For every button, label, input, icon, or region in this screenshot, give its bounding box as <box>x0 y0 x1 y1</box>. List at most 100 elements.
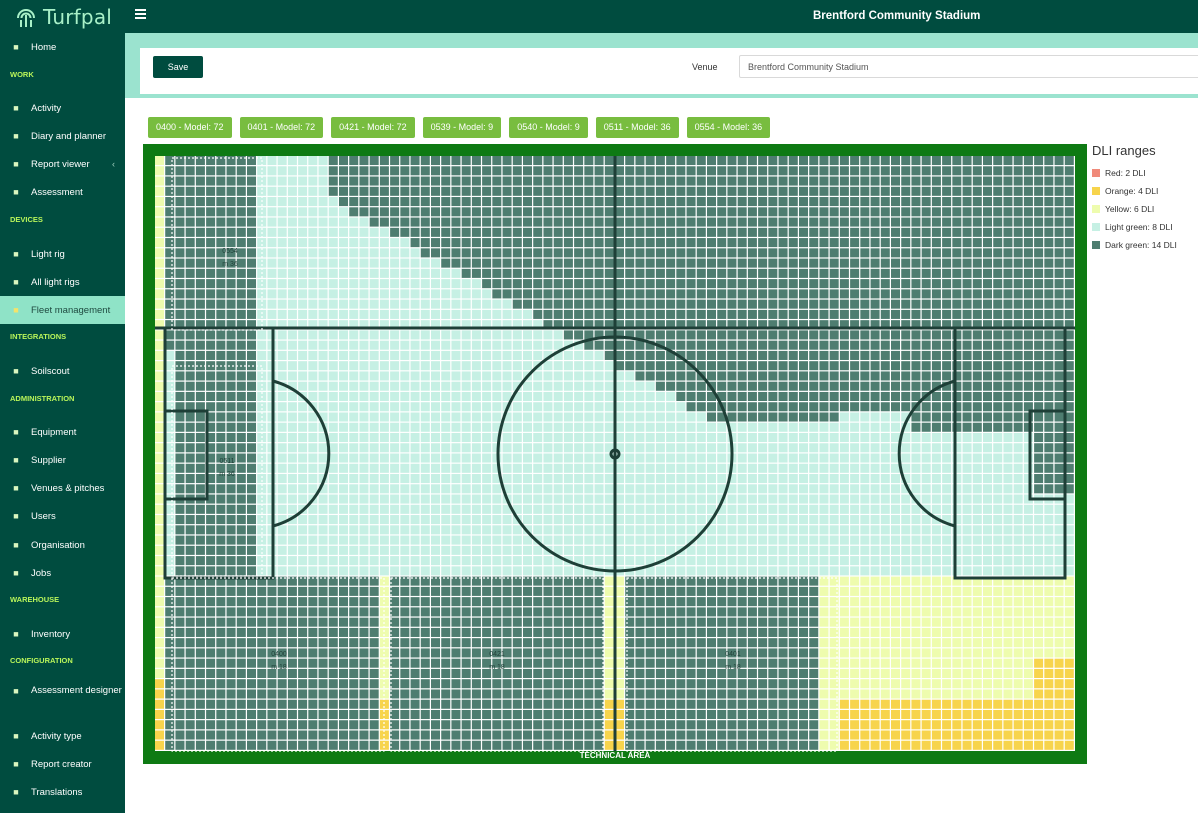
sidebar-item-activity[interactable]: ■ Activity <box>0 94 125 122</box>
sidebar-item-soilscout[interactable]: ■ Soilscout <box>0 357 125 385</box>
calendar-icon: ■ <box>13 131 19 141</box>
rig-tag[interactable]: 0400 - Model: 72 <box>148 117 232 138</box>
page-title: Brentford Community Stadium <box>813 10 981 22</box>
rig-tag[interactable]: 0511 - Model: 36 <box>595 117 679 138</box>
sidebar-item-label: Inventory <box>31 628 71 640</box>
sidebar-item-jobs[interactable]: ■ Jobs <box>0 559 125 587</box>
rig-label-model: m 36 <box>222 261 238 268</box>
sidebar-item-label: Venues & pitches <box>31 482 105 494</box>
sidebar-item-assessment[interactable]: ■ Assessment <box>0 178 125 206</box>
sidebar-item-users[interactable]: ■ Users <box>0 502 125 530</box>
nav-section-devices: DEVICES <box>10 215 43 224</box>
rig-tag[interactable]: 0401 - Model: 72 <box>239 117 324 138</box>
sidebar-item-label: Light rig <box>31 248 65 260</box>
rig-tag[interactable]: 0540 - Model: 9 <box>509 117 588 138</box>
legend-item: Light green: 8 DLI <box>1092 218 1177 236</box>
legend-label: Dark green: 14 DLI <box>1105 240 1177 250</box>
sidebar-item-label: Supplier <box>31 454 66 466</box>
sidebar-item-translations[interactable]: ■ Translations <box>0 778 125 806</box>
sidebar-item-all-light-rigs[interactable]: ■ All light rigs <box>0 268 125 296</box>
nav-section-work: WORK <box>10 70 34 79</box>
sidebar-item-label: All light rigs <box>31 276 80 288</box>
logo[interactable]: Turfpal <box>0 0 125 33</box>
venue-select[interactable] <box>739 55 1198 78</box>
sidebar-item-report-viewer[interactable]: ■ Report viewer ‹ <box>0 150 125 178</box>
legend-swatch <box>1092 205 1100 213</box>
legend-items: Red: 2 DLI Orange: 4 DLI Yellow: 6 DLI Ligh… <box>1092 164 1177 254</box>
inventory-icon: ■ <box>13 629 19 639</box>
pitch-map: 0554 m 36 0511 m 36 0400 m 18 0421 m 18 0401 m 18… <box>143 144 1087 764</box>
sidebar-item-label: Report creator <box>31 758 92 770</box>
sidebar-item-label: Organisation <box>31 539 85 551</box>
turfpal-logo-icon <box>17 8 35 27</box>
legend-swatch <box>1092 187 1100 195</box>
header-band <box>125 33 1198 48</box>
nav-section-configuration: CONFIGURATION <box>10 656 73 665</box>
content-strip <box>125 48 140 94</box>
rig-label-model: m 18 <box>489 664 505 671</box>
sidebar-item-label: Equipment <box>31 426 77 438</box>
legend-swatch <box>1092 241 1100 249</box>
sidebar-item-inventory[interactable]: ■ Inventory <box>0 620 125 648</box>
legend-swatch <box>1092 223 1100 231</box>
legend-title: DLI ranges <box>1092 143 1156 158</box>
nav-section-integrations: INTEGRATIONS <box>10 332 67 341</box>
home-icon: ■ <box>13 42 19 52</box>
sidebar-item-organisation[interactable]: ■ Organisation <box>0 531 125 559</box>
gauge-icon: ■ <box>13 187 19 197</box>
rig-label-model: m 36 <box>219 471 235 478</box>
technical-area-label: TECHNICAL AREA <box>579 751 651 760</box>
supplier-icon: ■ <box>13 455 19 465</box>
legend-label: Light green: 8 DLI <box>1105 222 1173 232</box>
legend-label: Orange: 4 DLI <box>1105 186 1159 196</box>
rig-tag[interactable]: 0421 - Model: 72 <box>331 117 415 138</box>
top-bar: Brentford Community Stadium <box>125 0 1198 33</box>
save-button[interactable]: Save <box>153 56 203 78</box>
pitch-dli-grid: 0554 m 36 0511 m 36 0400 m 18 0421 m 18 0401 m 18 <box>155 156 1075 752</box>
legend-item: Dark green: 14 DLI <box>1092 236 1177 254</box>
sidebar-item-light-rig[interactable]: ■ Light rig <box>0 240 125 268</box>
sidebar-item-label: Assessment designer <box>31 685 122 696</box>
dli-legend: DLI ranges Red: 2 DLI Orange: 4 DLI Yellow… <box>1092 143 1177 254</box>
sidebar-item-report-creator[interactable]: ■ Report creator <box>0 750 125 778</box>
sidebar-item-assessment-designer[interactable]: ■ Assessment designer <box>0 681 125 713</box>
chevron-left-icon: ‹ <box>112 159 115 169</box>
activity-type-icon: ■ <box>13 731 19 741</box>
bulb-icon: ■ <box>13 249 19 259</box>
sidebar-item-fleet-management[interactable]: ■ Fleet management <box>0 296 125 324</box>
rig-tag[interactable]: 0554 - Model: 36 <box>686 117 771 138</box>
rig-label-model: m 18 <box>271 664 287 671</box>
sidebar-item-label: Activity <box>31 102 62 114</box>
sidebar-item-venues-pitches[interactable]: ■ Venues & pitches <box>0 474 125 502</box>
rig-tag[interactable]: 0539 - Model: 9 <box>422 117 502 138</box>
sidebar: Turfpal ■ Home WORK ■ Activity ■ Diary and pla… <box>0 0 125 813</box>
pin-icon: ■ <box>13 305 19 315</box>
sidebar-item-diary-and-planner[interactable]: ■ Diary and planner <box>0 122 125 150</box>
building-icon: ■ <box>13 540 19 550</box>
tools-icon: ■ <box>13 427 19 437</box>
legend-item: Red: 2 DLI <box>1092 164 1177 182</box>
venue-icon: ■ <box>13 483 19 493</box>
toolbar-divider <box>125 94 1198 98</box>
rig-label-name: 0401 <box>725 651 741 658</box>
sidebar-item-activity-type[interactable]: ■ Activity type <box>0 722 125 750</box>
sidebar-item-label: Translations <box>31 786 83 798</box>
sidebar-item-label: Activity type <box>31 730 82 742</box>
nav-section-warehouse: WAREHOUSE <box>10 595 60 604</box>
sidebar-item-home[interactable]: ■ Home <box>0 33 125 61</box>
sidebar-item-equipment[interactable]: ■ Equipment <box>0 418 125 446</box>
legend-item: Yellow: 6 DLI <box>1092 200 1177 218</box>
sidebar-item-label: Report viewer <box>31 158 90 170</box>
sidebar-item-label: Assessment <box>31 186 83 198</box>
report-creator-icon: ■ <box>13 759 19 769</box>
users-icon: ■ <box>13 511 19 521</box>
menu-icon[interactable] <box>135 9 146 19</box>
rig-label-model: m 18 <box>725 664 741 671</box>
rig-label-name: 0421 <box>489 651 505 658</box>
rig-label-name: 0511 <box>219 458 234 465</box>
venue-label: Venue <box>692 62 718 72</box>
rig-tag-list: 0400 - Model: 72 0401 - Model: 72 0421 - M… <box>148 117 771 138</box>
sidebar-item-supplier[interactable]: ■ Supplier <box>0 446 125 474</box>
legend-item: Orange: 4 DLI <box>1092 182 1177 200</box>
external-link-icon: ■ <box>13 366 19 376</box>
